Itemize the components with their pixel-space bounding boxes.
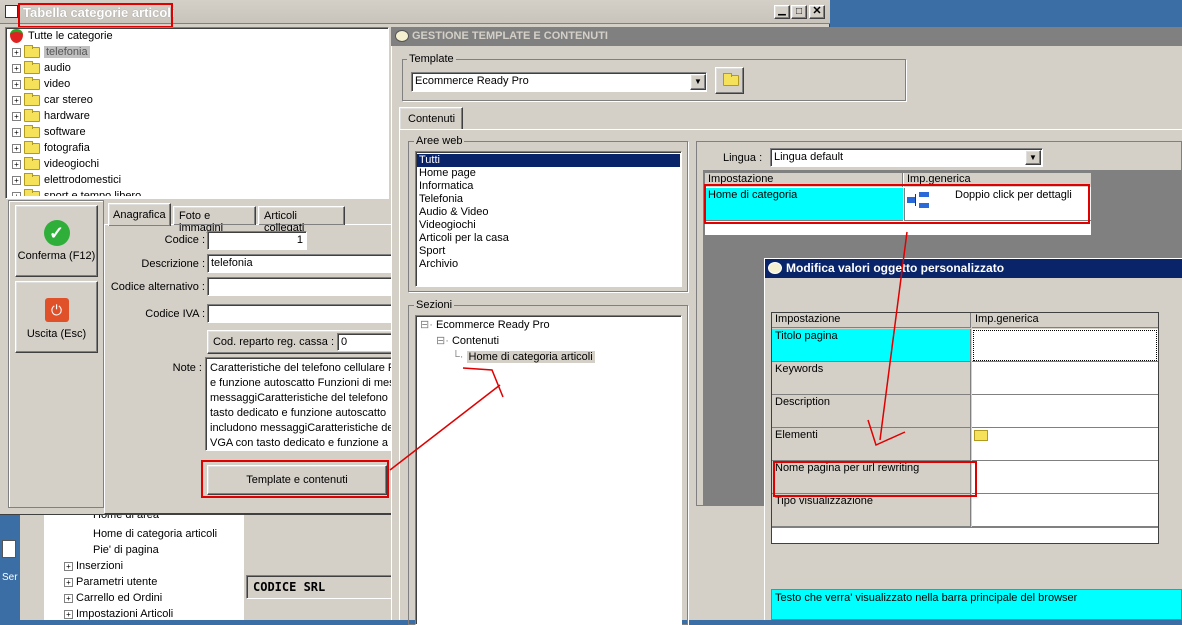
annotation-arrows (389, 231, 908, 471)
